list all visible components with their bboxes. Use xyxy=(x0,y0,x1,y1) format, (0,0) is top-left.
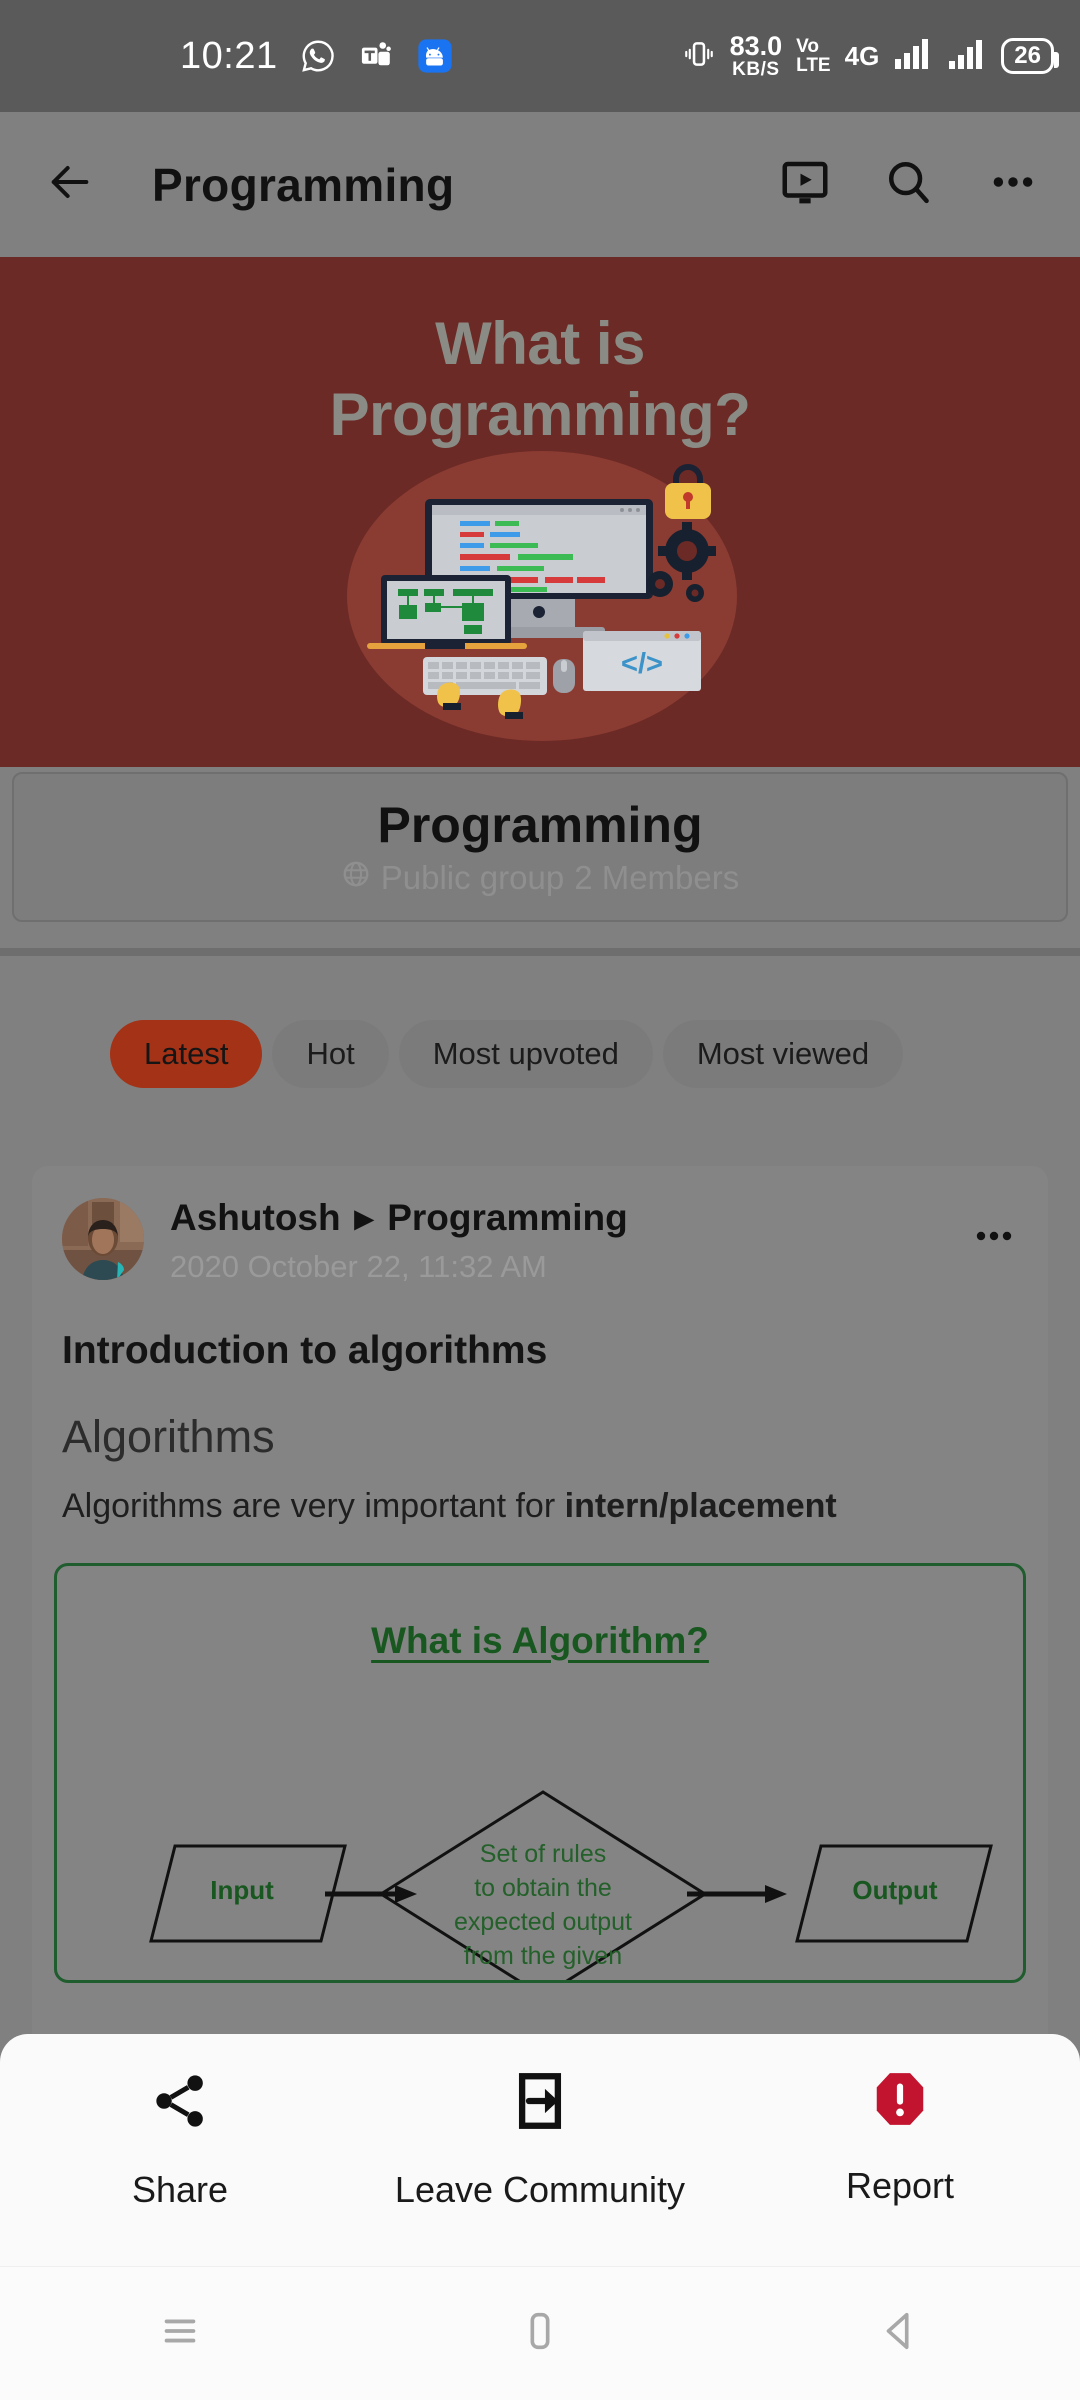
post-title: Introduction to algorithms xyxy=(62,1328,548,1372)
network-speed-indicator: 83.0 KB/S xyxy=(729,31,783,80)
bottom-sheet-item-report[interactable]: Report xyxy=(750,2068,1050,2207)
home-icon xyxy=(517,2308,563,2359)
overflow-menu-icon xyxy=(986,155,1040,214)
volte-line1: Vo xyxy=(796,36,819,57)
vibrate-mode-icon xyxy=(682,37,716,76)
video-tutorial-icon xyxy=(778,155,832,214)
post-body-bold: intern/placement xyxy=(564,1487,837,1526)
post-header: Ashutosh ▸ Programming 2020 October 22, … xyxy=(32,1166,1048,1285)
post-body-plain: Algorithms are very important for xyxy=(62,1487,565,1526)
recents-button[interactable] xyxy=(120,2294,240,2374)
post-community-name[interactable]: Programming xyxy=(387,1197,628,1239)
bottom-sheet-label: Leave Community xyxy=(394,2169,686,2210)
community-member-count: 2 Members xyxy=(574,858,740,896)
community-meta: Public group 2 Members xyxy=(341,858,740,897)
section-divider xyxy=(0,948,1080,956)
flowchart-decision-line4: from the given xyxy=(464,1942,622,1970)
banner-title-line2: Programming? xyxy=(329,380,751,448)
filter-chip-most-upvoted[interactable]: Most upvoted xyxy=(398,1020,653,1088)
bottom-sheet-label: Report xyxy=(845,2165,955,2206)
bottom-sheet-item-share[interactable]: Share xyxy=(30,2068,330,2211)
system-navigation-bar xyxy=(0,2266,1080,2400)
report-icon xyxy=(869,2068,931,2135)
globe-icon xyxy=(341,859,371,897)
community-name: Programming xyxy=(377,796,703,853)
network-type-label: 4G xyxy=(844,40,880,71)
post-author-line: Ashutosh ▸ Programming xyxy=(170,1197,970,1239)
bottom-sheet-menu: Share Leave Community Report xyxy=(0,2034,1080,2266)
volte-line2: LTE xyxy=(796,55,831,76)
app-bar-actions xyxy=(778,155,1046,214)
signal-bars-sim2-icon xyxy=(947,37,987,76)
filter-chip-label: Hot xyxy=(306,1036,355,1071)
search-button[interactable] xyxy=(882,155,936,214)
community-info-card[interactable]: Programming Public group 2 Members xyxy=(12,772,1068,922)
post-card[interactable]: Ashutosh ▸ Programming 2020 October 22, … xyxy=(32,1166,1048,2166)
post-separator-icon: ▸ xyxy=(354,1197,374,1238)
search-icon xyxy=(882,155,936,214)
flowchart-decision-line3: expected output xyxy=(454,1908,632,1936)
app-bar: Programming xyxy=(0,112,1080,257)
community-banner-image: What is Programming? </> xyxy=(0,257,1080,767)
arrow-left-icon xyxy=(42,154,98,215)
app-bar-overflow-button[interactable] xyxy=(986,155,1040,214)
signal-bars-sim1-icon xyxy=(893,37,933,76)
status-bar-right: 83.0 KB/S Vo LTE 4G 26 xyxy=(682,31,1059,80)
banner-title-line1: What is xyxy=(435,310,645,377)
bottom-sheet-item-leave-community[interactable]: Leave Community xyxy=(390,2068,690,2211)
filter-chip-latest[interactable]: Latest xyxy=(110,1020,263,1088)
back-button[interactable] xyxy=(34,149,106,221)
network-speed-unit: KB/S xyxy=(732,59,780,80)
back-button[interactable] xyxy=(840,2294,960,2374)
filter-chip-label: Most upvoted xyxy=(432,1036,619,1071)
post-header-text: Ashutosh ▸ Programming 2020 October 22, … xyxy=(170,1197,970,1285)
bottom-sheet-label: Share xyxy=(131,2169,229,2210)
community-visibility: Public group xyxy=(380,858,565,896)
share-icon xyxy=(147,2068,213,2139)
filter-chip-most-viewed[interactable]: Most viewed xyxy=(662,1020,904,1088)
post-heading: Algorithms xyxy=(62,1410,275,1462)
recents-icon xyxy=(157,2308,203,2359)
android-messages-icon xyxy=(416,37,454,75)
filter-chip-label: Most viewed xyxy=(696,1036,870,1071)
microsoft-teams-icon xyxy=(358,38,394,74)
back-triangle-icon xyxy=(877,2308,923,2359)
status-bar: 10:21 83.0 KB/S Vo LTE 4G 26 xyxy=(0,0,1080,112)
network-speed-value: 83.0 xyxy=(729,31,783,61)
feed-filter-chips: Latest Hot Most upvoted Most viewed xyxy=(110,1020,904,1088)
whatsapp-icon xyxy=(300,38,336,74)
avatar[interactable] xyxy=(62,1198,144,1280)
status-bar-left: 10:21 xyxy=(180,35,454,78)
home-button[interactable] xyxy=(480,2294,600,2374)
post-timestamp: 2020 October 22, 11:32 AM xyxy=(170,1248,547,1284)
flowchart-output-label: Output xyxy=(852,1875,938,1905)
exit-icon xyxy=(507,2068,573,2139)
post-attachment-flowchart[interactable]: What is Algorithm? Input Set of rules to… xyxy=(54,1562,1026,1983)
volte-indicator: Vo LTE xyxy=(796,37,830,75)
flowchart-input-label: Input xyxy=(210,1875,274,1905)
banner-title: What is Programming? xyxy=(0,309,1080,451)
flowchart-decision-line1: Set of rules xyxy=(480,1840,606,1868)
filter-chip-hot[interactable]: Hot xyxy=(272,1020,389,1088)
svg-text:</>: </> xyxy=(621,648,663,680)
status-bar-clock: 10:21 xyxy=(180,34,278,77)
battery-indicator: 26 xyxy=(1001,38,1059,74)
flowchart-decision-line2: to obtain the xyxy=(474,1874,612,1902)
overflow-menu-icon xyxy=(970,1231,1018,1264)
post-body: Algorithms are very important for intern… xyxy=(32,1461,1048,1529)
post-overflow-button[interactable] xyxy=(970,1198,1018,1265)
video-tutorial-button[interactable] xyxy=(778,155,832,214)
programming-illustration: </> xyxy=(325,447,755,747)
page-title: Programming xyxy=(152,158,455,211)
post-author-name[interactable]: Ashutosh xyxy=(170,1197,341,1239)
filter-chip-label: Latest xyxy=(144,1036,229,1071)
